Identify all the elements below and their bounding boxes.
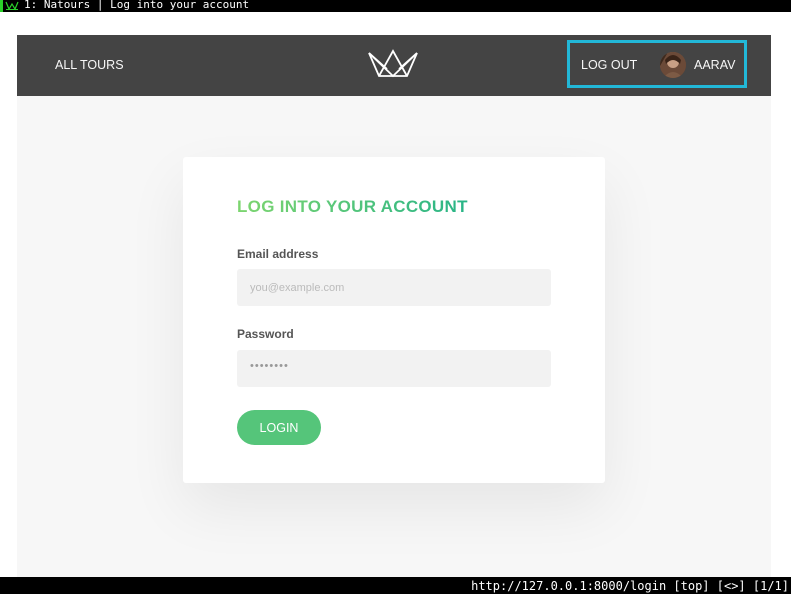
user-avatar[interactable] [660,52,686,78]
user-photo-icon [660,52,686,78]
login-button[interactable]: LOGIN [237,410,321,445]
status-url: http://127.0.0.1:8000/login [top] [<>] [… [471,579,789,593]
natours-page: ALL TOURS LOG OUT AARAV LOG INTO YOUR AC… [17,35,771,577]
browser-status-bar: http://127.0.0.1:8000/login [top] [<>] [… [0,577,791,594]
email-label: Email address [237,247,319,261]
login-heading: LOG INTO YOUR ACCOUNT [237,197,468,216]
natours-favicon-icon [0,0,19,12]
password-label: Password [237,327,294,341]
user-name-link[interactable]: AARAV [694,58,735,72]
all-tours-link[interactable]: ALL TOURS [55,58,124,72]
password-input[interactable] [237,350,551,387]
browser-tab-bar: 1: Natours | Log into your account [0,0,791,12]
logout-button[interactable]: LOG OUT [581,58,637,72]
login-card: LOG INTO YOUR ACCOUNT Email address Pass… [183,157,605,483]
email-input[interactable] [237,269,551,306]
natours-logo-icon[interactable] [367,49,419,79]
site-header: ALL TOURS LOG OUT AARAV [17,35,771,96]
browser-tab-title[interactable]: 1: Natours | Log into your account [24,0,249,11]
